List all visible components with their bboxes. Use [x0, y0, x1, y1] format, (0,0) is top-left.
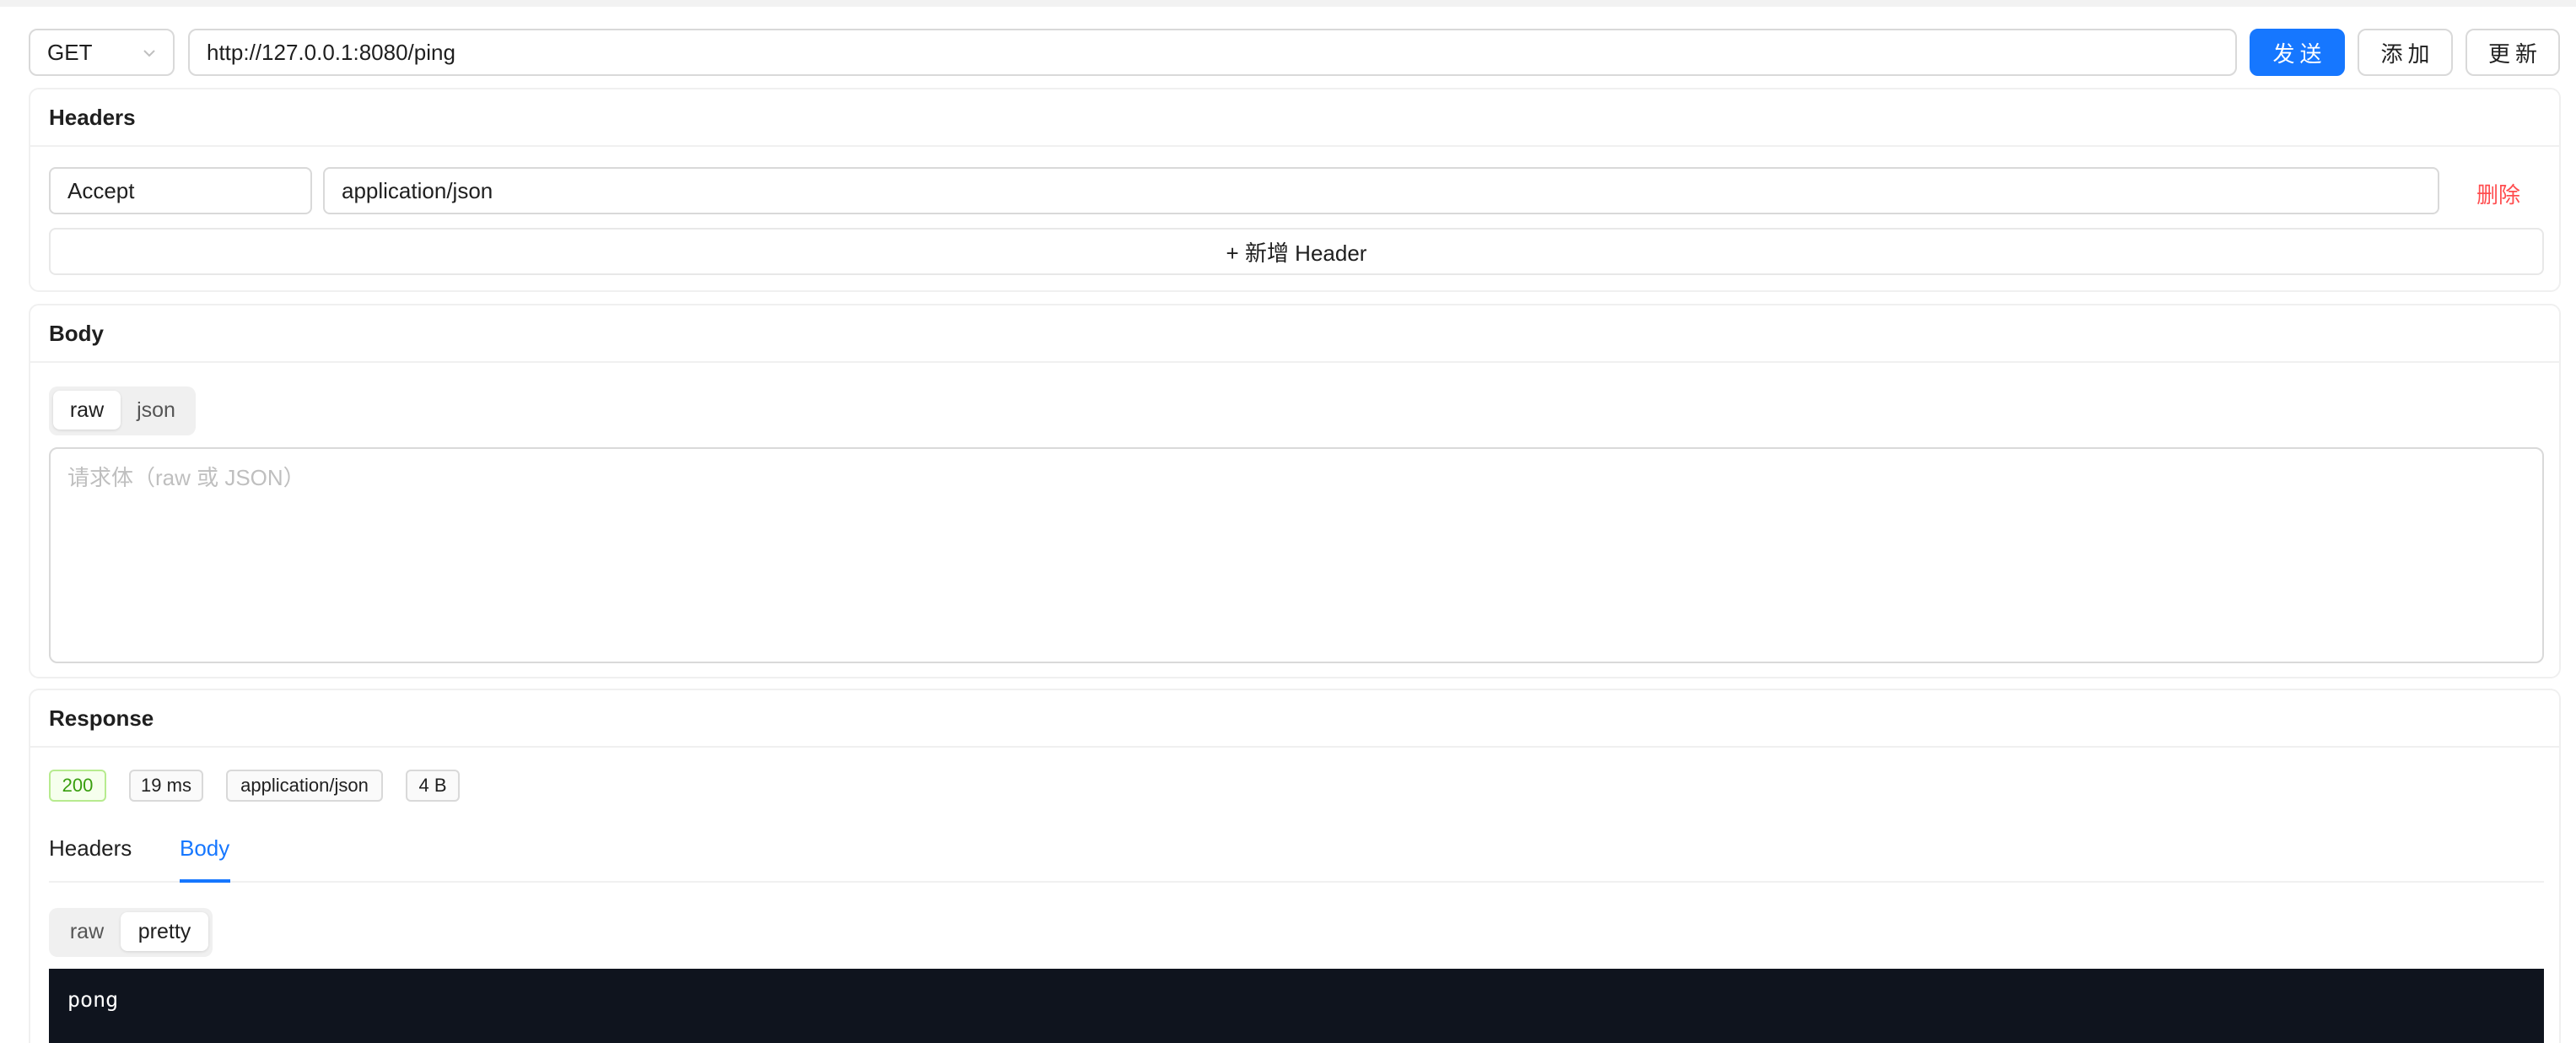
body-card-title: Body — [49, 320, 104, 346]
method-select[interactable]: GET — [29, 29, 175, 76]
divider — [30, 746, 2559, 748]
tab-headers[interactable]: Headers — [49, 835, 132, 862]
view-mode-raw[interactable]: raw — [53, 912, 121, 951]
url-value: http://127.0.0.1:8080/ping — [207, 39, 455, 65]
header-value-value: application/json — [342, 177, 493, 203]
active-tab-indicator — [180, 879, 230, 883]
tabs-divider — [49, 881, 2544, 883]
header-key-value: Accept — [67, 177, 135, 203]
response-body-text: pong — [67, 987, 119, 1012]
add-header-button[interactable]: + 新增 Header — [49, 228, 2544, 275]
add-button[interactable]: 添加 — [2358, 29, 2453, 76]
update-button[interactable]: 更新 — [2466, 29, 2560, 76]
response-card-title: Response — [49, 705, 154, 731]
body-mode-json[interactable]: json — [121, 391, 191, 430]
response-body-viewer: pong — [49, 969, 2544, 1043]
headers-card: Headers Accept application/json 删除 + 新增 … — [29, 88, 2561, 292]
delete-header-button[interactable]: 删除 — [2476, 178, 2520, 209]
add-header-label: + 新增 Header — [1226, 240, 1367, 266]
tab-body[interactable]: Body — [180, 835, 229, 862]
header-value-input[interactable]: application/json — [323, 167, 2439, 214]
view-mode-pretty[interactable]: pretty — [121, 912, 208, 951]
header-key-input[interactable]: Accept — [49, 167, 312, 214]
content-type-badge: application/json — [226, 770, 383, 802]
send-button[interactable]: 发送 — [2250, 29, 2345, 76]
body-mode-segmented: raw json — [49, 386, 196, 435]
headers-card-title: Headers — [49, 104, 136, 130]
size-badge: 4 B — [406, 770, 460, 802]
body-card: Body raw json 请求体（raw 或 JSON） — [29, 304, 2561, 678]
divider — [30, 361, 2559, 363]
time-badge: 19 ms — [129, 770, 203, 802]
body-textarea[interactable]: 请求体（raw 或 JSON） — [49, 447, 2544, 663]
url-input[interactable]: http://127.0.0.1:8080/ping — [188, 29, 2237, 76]
divider — [30, 145, 2559, 147]
api-client-page: GET http://127.0.0.1:8080/ping 发送 添加 更新 … — [0, 7, 2576, 1043]
method-value: GET — [47, 39, 93, 65]
body-mode-raw[interactable]: raw — [53, 391, 121, 430]
chevron-down-icon — [143, 50, 155, 57]
response-view-segmented: raw pretty — [49, 908, 213, 957]
status-badge: 200 — [49, 770, 106, 802]
body-placeholder: 请求体（raw 或 JSON） — [67, 465, 305, 490]
response-card: Response 200 19 ms application/json 4 B … — [29, 689, 2561, 1043]
